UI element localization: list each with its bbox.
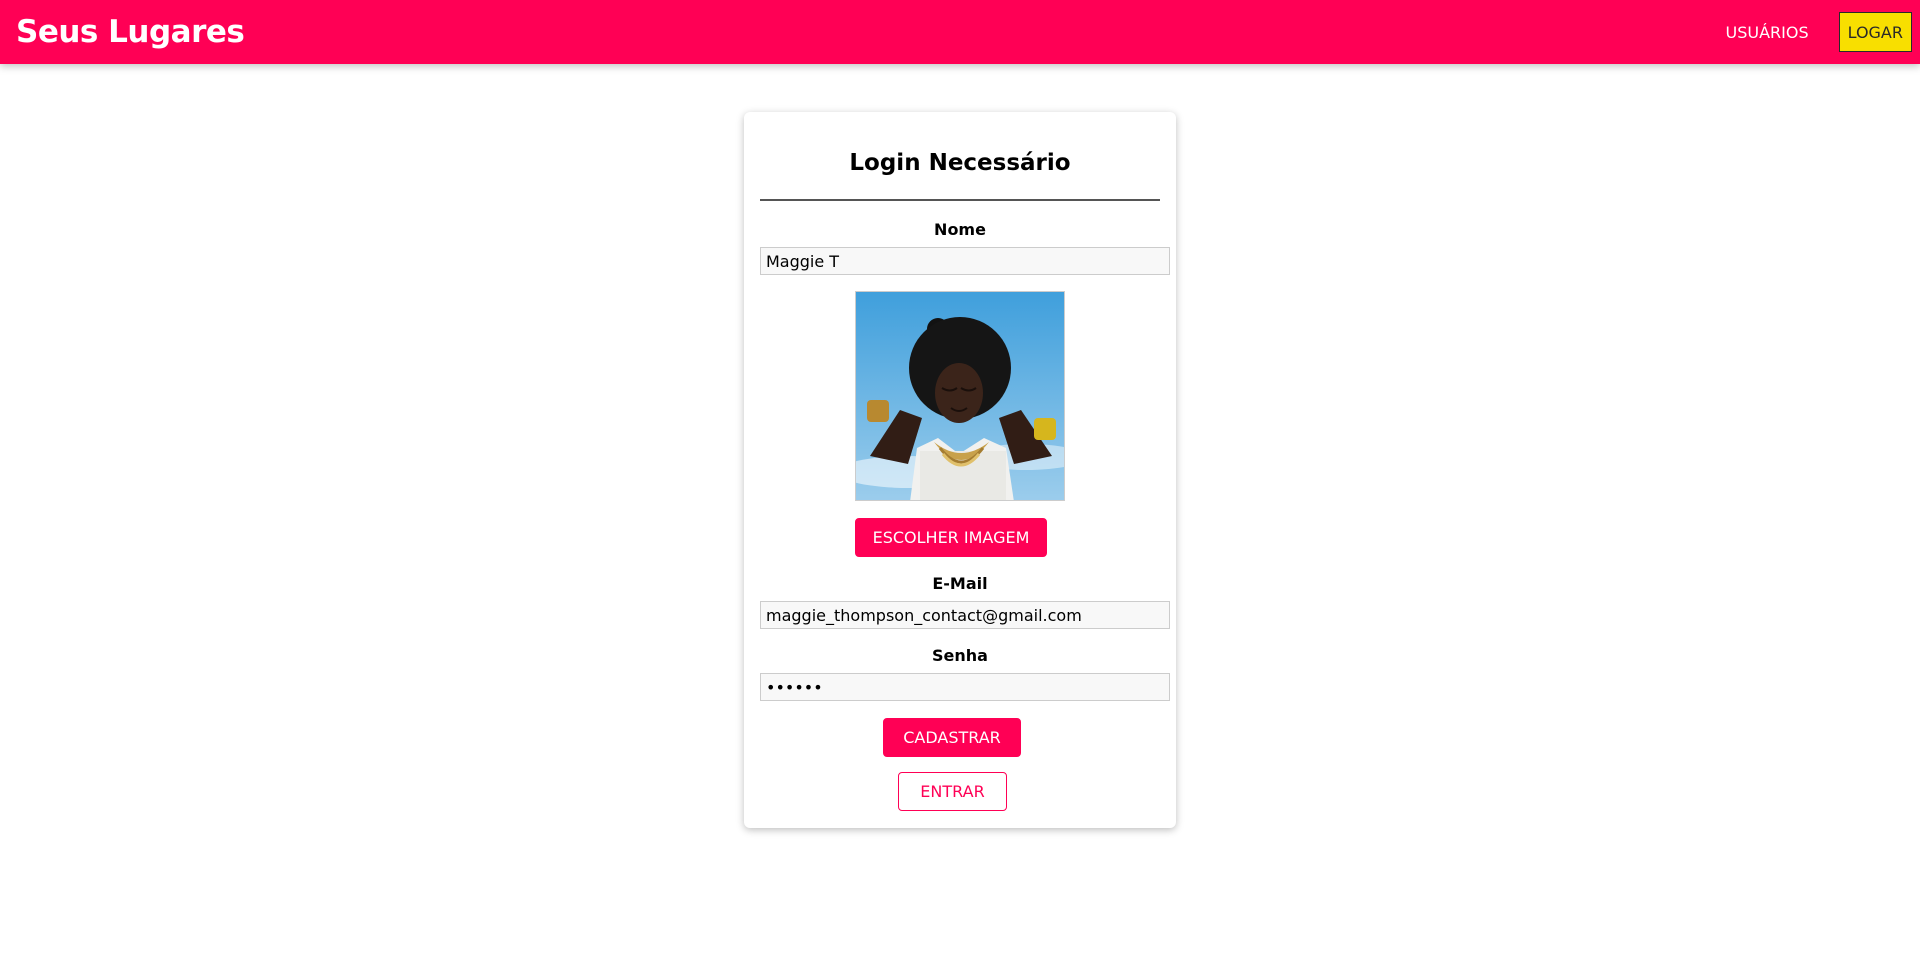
title-divider: [760, 199, 1160, 201]
auth-card: Login Necessário Nome Maggie T ESCOLHER …: [744, 112, 1176, 828]
choose-image-button[interactable]: ESCOLHER IMAGEM: [855, 518, 1047, 557]
profile-image-preview: [855, 291, 1065, 501]
password-input[interactable]: [760, 673, 1170, 701]
email-input[interactable]: [760, 601, 1170, 629]
email-label: E-Mail: [932, 574, 988, 593]
name-input[interactable]: [760, 247, 1170, 275]
switch-to-login-button[interactable]: ENTRAR: [898, 772, 1007, 811]
profile-photo: [856, 292, 1064, 500]
password-label: Senha: [932, 646, 988, 665]
card-title: Login Necessário: [849, 150, 1071, 176]
name-label: Nome: [934, 220, 986, 239]
nav-login-button[interactable]: LOGAR: [1838, 12, 1912, 52]
main-header: Seus Lugares USUÁRIOS LOGAR: [0, 0, 1920, 64]
brand-link[interactable]: Seus Lugares: [16, 14, 245, 50]
register-button[interactable]: CADASTRAR: [883, 718, 1021, 757]
main-navigation: USUÁRIOS LOGAR: [1711, 0, 1912, 64]
nav-users-link[interactable]: USUÁRIOS: [1711, 15, 1822, 50]
